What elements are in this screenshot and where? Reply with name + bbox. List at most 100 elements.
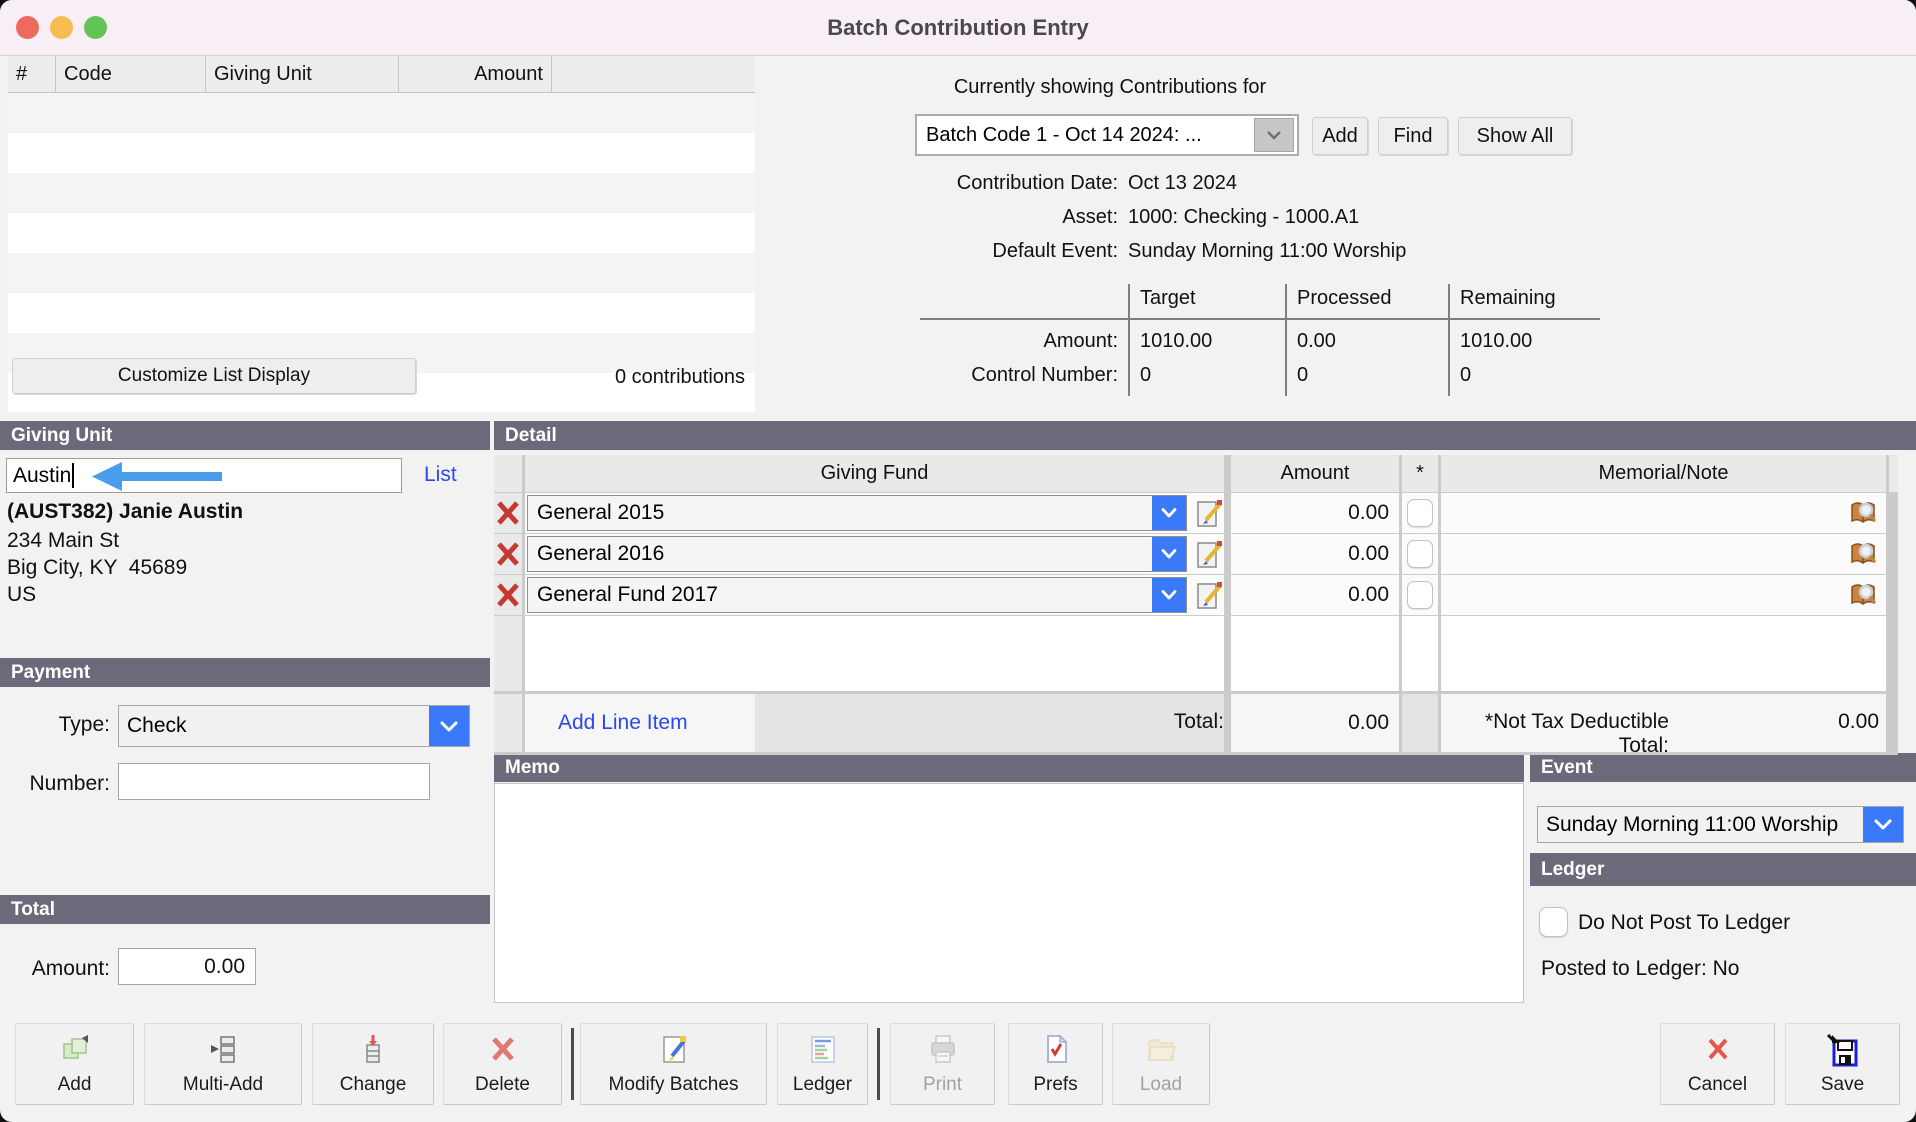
delete-row-icon[interactable] xyxy=(494,493,522,533)
ledger-button[interactable]: Ledger xyxy=(777,1023,868,1105)
list-row xyxy=(8,253,755,293)
do-not-post-checkbox[interactable] xyxy=(1539,907,1568,937)
do-not-post-label: Do Not Post To Ledger xyxy=(1578,911,1790,935)
chevron-down-icon[interactable] xyxy=(1254,118,1294,152)
chevron-down-icon[interactable] xyxy=(1863,807,1903,842)
cancel-button[interactable]: Cancel xyxy=(1660,1023,1775,1105)
chevron-down-icon[interactable] xyxy=(429,706,469,746)
payment-type-select[interactable]: Check xyxy=(118,705,470,747)
giving-unit-address1: 234 Main St xyxy=(7,529,119,553)
empty-fund-cell xyxy=(525,616,1224,691)
payment-type-value: Check xyxy=(119,714,429,738)
payment-number-label: Number: xyxy=(0,772,110,796)
giving-unit-address3: US xyxy=(7,583,36,607)
fund-select[interactable]: General 2015 xyxy=(527,495,1187,531)
asset-value: 1000: Checking - 1000.A1 xyxy=(1128,206,1359,229)
add-line-item-link[interactable]: Add Line Item xyxy=(558,711,688,735)
memorial-lookup-icon xyxy=(1848,581,1878,609)
prefs-button[interactable]: Prefs xyxy=(1008,1023,1103,1105)
modify-batches-icon xyxy=(658,1033,690,1070)
summary-amount-target: 1010.00 xyxy=(1140,330,1212,353)
detail-section-bar: Detail xyxy=(494,421,1916,450)
giving-unit-list-link[interactable]: List xyxy=(424,463,457,487)
total-amount-label: Amount: xyxy=(0,957,110,981)
summary-divider xyxy=(920,318,1600,320)
col-code[interactable]: Code xyxy=(56,56,206,92)
amount-cell[interactable]: 0.00 xyxy=(1231,493,1399,533)
print-button[interactable]: Print xyxy=(890,1023,995,1105)
total-section-bar: Total xyxy=(0,895,490,924)
change-button[interactable]: Change xyxy=(312,1023,434,1105)
load-button[interactable]: Load xyxy=(1112,1023,1210,1105)
edit-fund-icon[interactable] xyxy=(1189,536,1229,572)
add-button[interactable]: Add xyxy=(15,1023,134,1105)
multi-add-icon xyxy=(207,1033,239,1070)
batch-select[interactable]: Batch Code 1 - Oct 14 2024: ... xyxy=(915,114,1299,156)
not-tax-deductible-checkbox[interactable] xyxy=(1402,534,1438,574)
ntd-total-value: 0.00 xyxy=(1724,710,1879,734)
summary-amount-label: Amount: xyxy=(900,330,1118,353)
fund-value: General 2015 xyxy=(528,501,1152,525)
fund-select[interactable]: General Fund 2017 xyxy=(527,577,1187,613)
chevron-down-icon[interactable] xyxy=(1152,496,1186,530)
giving-unit-search-value: Austin xyxy=(13,464,71,488)
amount-cell[interactable]: 0.00 xyxy=(1231,534,1399,574)
summary-vline xyxy=(1448,284,1450,396)
payment-type-label: Type: xyxy=(0,713,110,737)
window-title: Batch Contribution Entry xyxy=(0,0,1916,55)
chevron-down-icon[interactable] xyxy=(1152,537,1186,571)
add-line-item-cell[interactable]: Add Line Item xyxy=(525,694,755,752)
default-event-row: Default Event: Sunday Morning 11:00 Wors… xyxy=(900,240,1700,268)
summary-col-processed: Processed xyxy=(1297,287,1392,310)
save-button[interactable]: Save xyxy=(1785,1023,1900,1105)
customize-list-display-button[interactable]: Customize List Display xyxy=(12,358,416,394)
memo-textarea[interactable] xyxy=(494,783,1524,1003)
fund-select[interactable]: General 2016 xyxy=(527,536,1187,572)
summary-vline xyxy=(1128,284,1130,396)
edit-fund-icon[interactable] xyxy=(1189,495,1229,531)
contribution-count: 0 contributions xyxy=(540,366,820,389)
add-batch-button[interactable]: Add xyxy=(1312,117,1368,155)
memorial-cell[interactable] xyxy=(1441,534,1886,574)
modify-batches-button[interactable]: Modify Batches xyxy=(580,1023,767,1105)
empty-star-cell xyxy=(1402,616,1438,691)
giving-unit-name: (AUST382) Janie Austin xyxy=(7,500,243,524)
edit-fund-icon[interactable] xyxy=(1189,577,1229,613)
save-icon xyxy=(1826,1033,1860,1072)
col-number[interactable]: # xyxy=(8,56,56,92)
event-select[interactable]: Sunday Morning 11:00 Worship xyxy=(1537,806,1904,843)
contribution-date-label: Contribution Date: xyxy=(900,172,1118,195)
event-value: Sunday Morning 11:00 Worship xyxy=(1538,813,1863,837)
summary-vline xyxy=(1285,284,1287,396)
show-all-button[interactable]: Show All xyxy=(1458,117,1572,155)
payment-number-input[interactable] xyxy=(118,763,430,800)
text-caret xyxy=(72,463,74,488)
delete-button[interactable]: Delete xyxy=(443,1023,562,1105)
col-amount[interactable]: Amount xyxy=(399,56,552,92)
payment-section-bar: Payment xyxy=(0,658,490,687)
not-tax-deductible-checkbox[interactable] xyxy=(1402,575,1438,615)
toolbar-separator xyxy=(877,1028,880,1100)
not-tax-deductible-checkbox[interactable] xyxy=(1402,493,1438,533)
contributions-list-header: # Code Giving Unit Amount xyxy=(8,56,755,93)
memorial-cell[interactable] xyxy=(1441,575,1886,615)
change-icon xyxy=(357,1033,389,1070)
cancel-icon xyxy=(1702,1033,1734,1070)
delete-row-icon[interactable] xyxy=(494,534,522,574)
giving-unit-address2: Big City, KY 45689 xyxy=(7,556,187,580)
memorial-cell[interactable] xyxy=(1441,493,1886,533)
footer-star-cell xyxy=(1402,694,1438,752)
col-giving-unit[interactable]: Giving Unit xyxy=(206,56,399,92)
default-event-label: Default Event: xyxy=(900,240,1118,263)
total-amount-input[interactable]: 0.00 xyxy=(118,948,256,985)
detail-col-amount: Amount xyxy=(1231,455,1399,492)
multi-add-button[interactable]: Multi-Add xyxy=(144,1023,302,1105)
amount-cell[interactable]: 0.00 xyxy=(1231,575,1399,615)
summary-col-target: Target xyxy=(1140,287,1196,310)
find-batch-button[interactable]: Find xyxy=(1378,117,1448,155)
chevron-down-icon[interactable] xyxy=(1152,578,1186,612)
delete-row-icon[interactable] xyxy=(494,575,522,615)
print-icon xyxy=(927,1033,959,1070)
asset-label: Asset: xyxy=(900,206,1118,229)
memorial-lookup-icon xyxy=(1848,540,1878,568)
